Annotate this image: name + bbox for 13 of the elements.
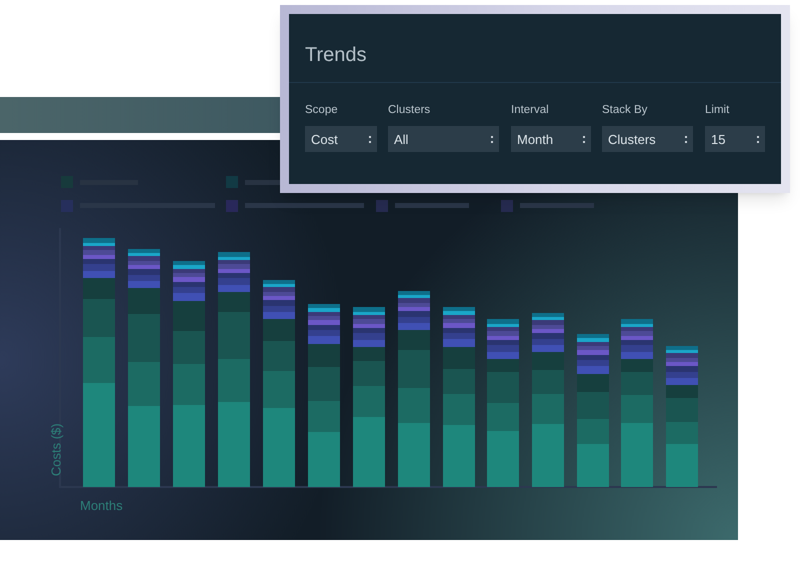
panel-title: Trends: [289, 14, 781, 83]
filter-label: Clusters: [388, 103, 432, 118]
select-field[interactable]: Cost: [305, 126, 377, 152]
y-axis-title: Costs ($): [47, 422, 64, 478]
select-field[interactable]: All: [388, 126, 499, 152]
filter-label: Scope: [305, 103, 339, 118]
filter-label: Stack By: [602, 103, 648, 118]
select-field[interactable]: 15: [705, 126, 765, 152]
x-axis-title: Months: [80, 497, 123, 515]
filter-label: Interval: [511, 103, 550, 118]
select-field[interactable]: Month: [511, 126, 591, 152]
select-field[interactable]: Clusters: [602, 126, 693, 152]
filter-label: Limit: [705, 103, 730, 118]
